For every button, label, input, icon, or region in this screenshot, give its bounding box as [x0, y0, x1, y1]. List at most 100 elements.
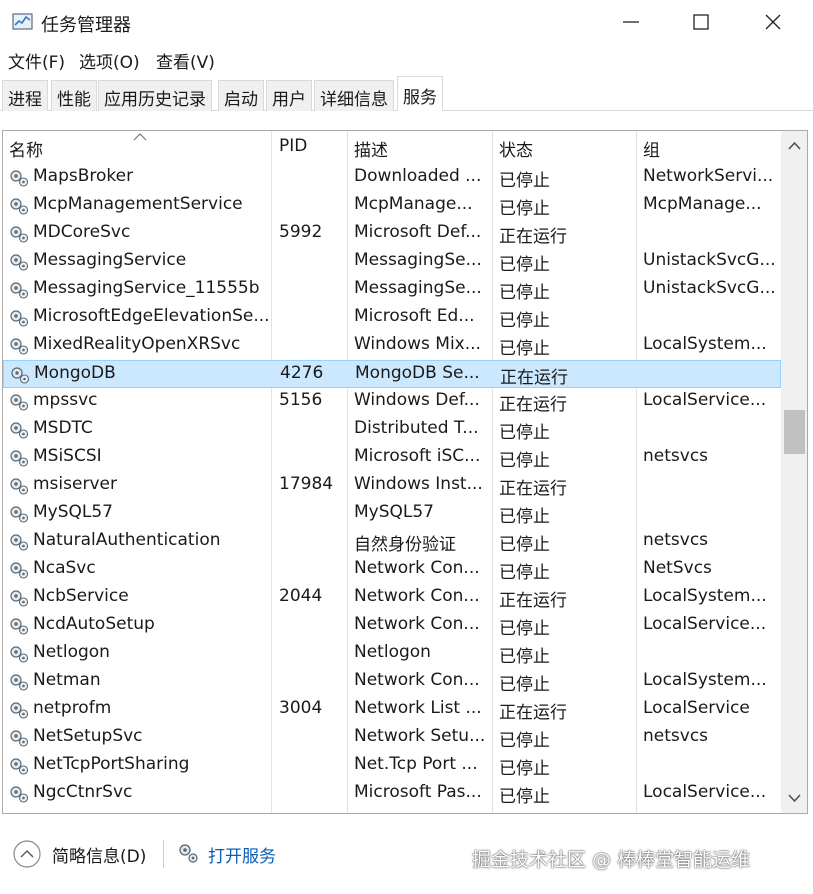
bottom-bar: 简略信息(D) 打开服务 掘金技术社区 @ 棒棒堂智能运维	[0, 814, 813, 894]
table-row[interactable]: MicrosoftEdgeElevationSe... Microsoft Ed.…	[3, 304, 781, 332]
service-status: 已停止	[499, 451, 550, 471]
menu-options[interactable]: 选项(O)	[79, 48, 140, 73]
fewer-details-label[interactable]: 简略信息(D)	[52, 842, 146, 867]
column-header-name[interactable]: 名称	[9, 136, 43, 161]
service-gear-icon	[10, 758, 29, 775]
service-status: 正在运行	[499, 479, 567, 499]
table-row[interactable]: NcaSvc Network Con... 已停止 NetSvcs	[3, 556, 781, 584]
service-gear-icon	[10, 450, 29, 467]
table-row[interactable]: MapsBroker Downloaded ... 已停止 NetworkServi.…	[3, 164, 781, 192]
watermark: 掘金技术社区 @ 棒棒堂智能运维	[472, 849, 751, 871]
service-group: LocalService...	[643, 614, 767, 634]
table-row[interactable]: NgcCtnrSvc Microsoft Pas... 已停止 LocalServic…	[3, 780, 781, 808]
table-row[interactable]: MSiSCSI Microsoft iSC... 已停止 netsvcs	[3, 444, 781, 472]
table-row[interactable]: MDCoreSvc 5992 Microsoft Def... 正在运行	[3, 220, 781, 248]
scroll-down-button[interactable]	[781, 783, 807, 813]
column-header-status[interactable]: 状态	[499, 136, 533, 161]
service-description: Network Setu...	[354, 726, 486, 746]
table-row[interactable]: MessagingService MessagingSe... 已停止 Unistac…	[3, 248, 781, 276]
service-status: 已停止	[499, 311, 550, 331]
title-bar[interactable]: 任务管理器	[0, 0, 813, 44]
tab-services[interactable]: 服务	[397, 76, 443, 112]
service-gear-icon	[10, 254, 29, 271]
service-status: 已停止	[499, 339, 550, 359]
tab-processes[interactable]: 进程	[2, 80, 48, 111]
service-description: MessagingSe...	[354, 250, 482, 270]
services-list[interactable]: 名称 PID 描述 状态 组 MapsBroker Downloaded ... 已…	[2, 130, 808, 814]
service-name: MixedRealityOpenXRSvc	[33, 334, 241, 354]
service-name: NaturalAuthentication	[33, 530, 221, 550]
tab-startup[interactable]: 启动	[218, 80, 264, 111]
service-name: MongoDB	[34, 363, 116, 383]
tab-users[interactable]: 用户	[266, 80, 312, 111]
table-row[interactable]: mpssvc 5156 Windows Def... 正在运行 LocalService…	[3, 388, 781, 416]
service-gear-icon	[10, 170, 29, 187]
menu-view[interactable]: 查看(V)	[156, 48, 215, 73]
service-status: 已停止	[499, 283, 550, 303]
service-status: 正在运行	[499, 227, 567, 247]
table-row[interactable]: NcdAutoSetup Network Con... 已停止 LocalServic…	[3, 612, 781, 640]
service-name: MessagingService_11555b	[33, 278, 260, 298]
close-button[interactable]	[738, 0, 808, 44]
service-description: McpManage...	[354, 194, 473, 214]
table-row[interactable]: NetTcpPortSharing Net.Tcp Port ... 已停止	[3, 752, 781, 780]
column-header-group[interactable]: 组	[643, 136, 660, 161]
table-row[interactable]: MSDTC Distributed T... 已停止	[3, 416, 781, 444]
service-description: Network List ...	[354, 698, 482, 718]
table-row[interactable]: MongoDB 4276 MongoDB Se... 正在运行	[3, 360, 781, 388]
service-name: MySQL57	[33, 502, 114, 522]
service-description: Windows Mix...	[354, 334, 481, 354]
table-row[interactable]: Netman Network Con... 已停止 LocalSystem...	[3, 668, 781, 696]
toolbar-spacer	[0, 111, 813, 131]
service-description: MySQL57	[354, 502, 435, 522]
sort-up-icon	[133, 133, 147, 141]
table-row[interactable]: netprofm 3004 Network List ... 正在运行 LocalSer…	[3, 696, 781, 724]
table-row[interactable]: MixedRealityOpenXRSvc Windows Mix... 已停止 Lo…	[3, 332, 781, 360]
service-group: netsvcs	[643, 726, 709, 746]
service-group: NetSvcs	[643, 558, 712, 578]
table-row[interactable]: NetSetupSvc Network Setu... 已停止 netsvcs	[3, 724, 781, 752]
minimize-button[interactable]	[596, 0, 666, 44]
service-description: MongoDB Se...	[355, 363, 480, 383]
service-name: NgcCtnrSvc	[33, 782, 133, 802]
service-name: NcbService	[33, 586, 129, 606]
maximize-button[interactable]	[666, 0, 736, 44]
service-name: MicrosoftEdgeElevationSe...	[33, 306, 270, 326]
service-gear-icon	[11, 367, 30, 384]
table-row[interactable]: McpManagementService McpManage... 已停止 McpMa…	[3, 192, 781, 220]
column-header-pid[interactable]: PID	[279, 136, 307, 156]
service-pid: 5156	[279, 390, 323, 410]
table-row[interactable]: msiserver 17984 Windows Inst... 正在运行	[3, 472, 781, 500]
service-status: 已停止	[499, 171, 550, 191]
vertical-scrollbar[interactable]	[781, 131, 807, 813]
service-description: Network Con...	[354, 558, 480, 578]
fewer-details-button[interactable]	[12, 839, 42, 869]
table-row[interactable]: MessagingService_11555b MessagingSe... 已停止…	[3, 276, 781, 304]
service-name: NcdAutoSetup	[33, 614, 155, 634]
table-row[interactable]: NaturalAuthentication 自然身份验证 已停止 netsvcs	[3, 528, 781, 556]
table-row[interactable]: Netlogon Netlogon 已停止	[3, 640, 781, 668]
tab-performance[interactable]: 性能	[51, 80, 97, 111]
service-group: LocalService...	[643, 390, 767, 410]
service-gear-icon	[10, 702, 29, 719]
task-manager-icon	[12, 13, 33, 30]
column-header-description[interactable]: 描述	[354, 136, 388, 161]
table-row[interactable]: NcbService 2044 Network Con... 正在运行 LocalSys…	[3, 584, 781, 612]
service-name: msiserver	[33, 474, 117, 494]
close-icon	[765, 14, 781, 30]
service-status: 已停止	[499, 199, 550, 219]
service-status: 已停止	[499, 563, 550, 583]
list-header: 名称 PID 描述 状态 组	[3, 131, 781, 163]
scroll-up-button[interactable]	[781, 131, 807, 161]
open-services-link[interactable]: 打开服务	[208, 842, 276, 867]
menu-file[interactable]: 文件(F)	[8, 48, 65, 73]
tab-details[interactable]: 详细信息	[314, 80, 394, 111]
service-gear-icon	[10, 590, 29, 607]
tab-app-history[interactable]: 应用历史记录	[98, 80, 212, 111]
scroll-thumb[interactable]	[784, 410, 805, 454]
service-description: MessagingSe...	[354, 278, 482, 298]
service-description: Netlogon	[354, 642, 431, 662]
service-description: Network Con...	[354, 614, 480, 634]
service-gear-icon	[10, 226, 29, 243]
table-row[interactable]: MySQL57 MySQL57 已停止	[3, 500, 781, 528]
